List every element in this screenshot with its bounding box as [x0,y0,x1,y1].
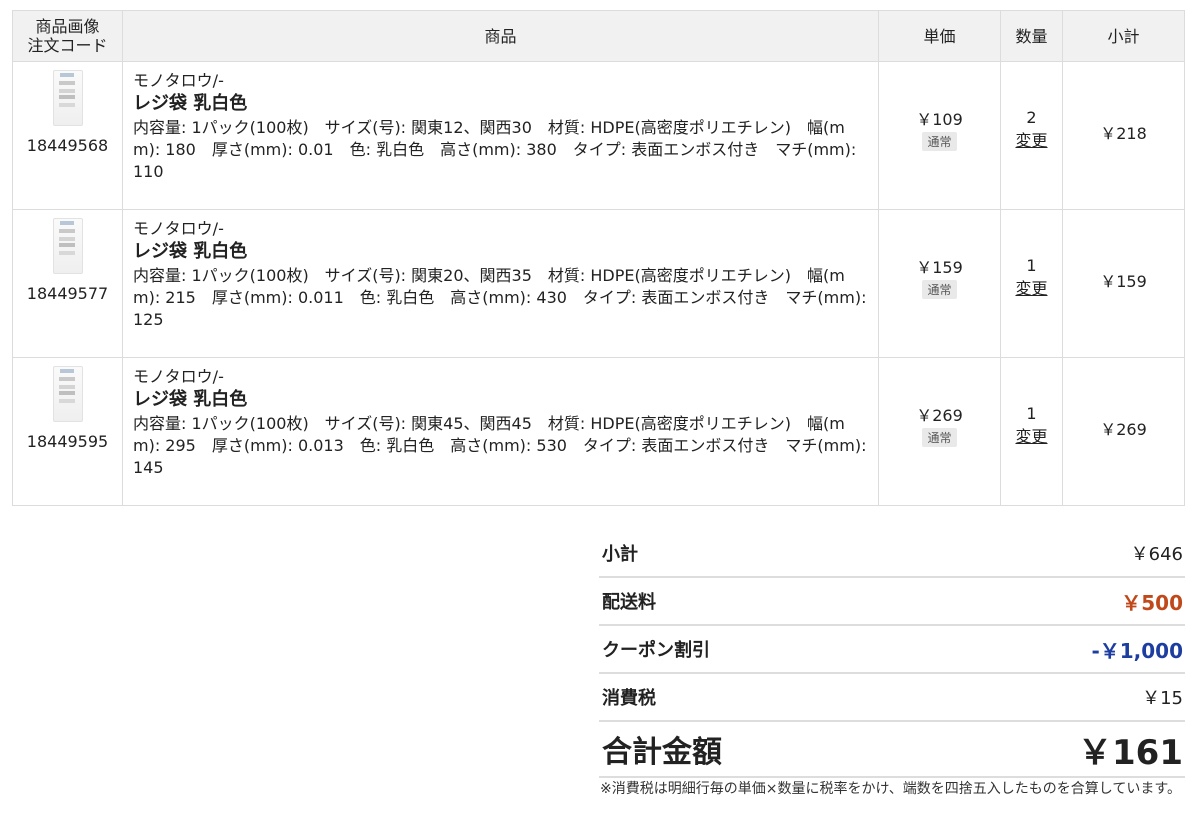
summary-tax-label: 消費税 [602,688,656,709]
product-thumbnail[interactable] [52,70,83,126]
summary-shipping-label: 配送料 [602,592,656,613]
table-row: 18449568 モノタロウ/- レジ袋 乳白色 内容量: 1パック(100枚)… [12,61,1185,210]
tax-note: ※消費税は明細行毎の単価×数量に税率をかけ、端数を四捨五入したものを合算していま… [600,781,1181,797]
product-image-cell: 18449577 [12,209,123,358]
cart-table: 商品画像 注文コード 商品 単価 数量 小計 18449568 モノタロウ/- … [12,10,1185,506]
unit-price-cell: ￥269 通常 [878,357,1001,506]
summary-subtotal-label: 小計 [602,544,638,565]
unit-price: ￥109 [916,110,963,129]
summary-total-row: 合計金額 ￥161 [599,722,1185,778]
product-maker: モノタロウ/- [133,367,224,386]
price-type-badge: 通常 [922,428,957,447]
product-name[interactable]: レジ袋 乳白色 [133,388,868,412]
subtotal-cell: ￥159 [1062,209,1185,358]
table-row: 18449577 モノタロウ/- レジ袋 乳白色 内容量: 1パック(100枚)… [12,209,1185,358]
summary-shipping-value: ￥500 [1121,590,1183,615]
quantity-cell: 1 変更 [1000,209,1063,358]
summary-total-value: ￥161 [1078,732,1183,773]
product-spec: 内容量: 1パック(100枚) サイズ(号): 関東20、関西35 材質: HD… [133,266,867,329]
summary-coupon-row: クーポン割引 -￥1,000 [599,626,1185,674]
header-image-label: 商品画像 [35,17,100,36]
product-image-cell: 18449595 [12,357,123,506]
header-code-label: 注文コード [27,36,108,55]
product-info-cell: モノタロウ/- レジ袋 乳白色 内容量: 1パック(100枚) サイズ(号): … [122,61,879,210]
order-summary: 小計 ￥646 配送料 ￥500 クーポン割引 -￥1,000 消費税 ￥15 … [599,530,1185,798]
summary-tax-value: ￥15 [1142,688,1183,709]
order-code: 18449577 [26,284,109,303]
table-header-row: 商品画像 注文コード 商品 単価 数量 小計 [12,10,1185,62]
summary-tax-row: 消費税 ￥15 [599,674,1185,722]
product-spec: 内容量: 1パック(100枚) サイズ(号): 関東45、関西45 材質: HD… [133,414,867,477]
order-code: 18449595 [26,432,109,451]
unit-price: ￥159 [916,258,963,277]
row-subtotal: ￥159 [1100,272,1147,291]
price-type-badge: 通常 [922,280,957,299]
header-product: 商品 [122,10,879,62]
price-type-badge: 通常 [922,132,957,151]
header-image-code: 商品画像 注文コード [12,10,123,62]
unit-price: ￥269 [916,406,963,425]
row-subtotal: ￥269 [1100,420,1147,439]
summary-subtotal-value: ￥646 [1130,544,1183,565]
product-maker: モノタロウ/- [133,71,224,90]
table-row: 18449595 モノタロウ/- レジ袋 乳白色 内容量: 1パック(100枚)… [12,357,1185,506]
summary-coupon-label: クーポン割引 [602,640,710,661]
product-info-cell: モノタロウ/- レジ袋 乳白色 内容量: 1パック(100枚) サイズ(号): … [122,209,879,358]
change-quantity-link[interactable]: 変更 [1015,275,1047,299]
product-image-cell: 18449568 [12,61,123,210]
change-quantity-link[interactable]: 変更 [1015,127,1047,151]
product-name[interactable]: レジ袋 乳白色 [133,240,868,264]
unit-price-cell: ￥159 通常 [878,209,1001,358]
quantity-value: 1 [1026,404,1037,423]
subtotal-cell: ￥269 [1062,357,1185,506]
product-info-cell: モノタロウ/- レジ袋 乳白色 内容量: 1パック(100枚) サイズ(号): … [122,357,879,506]
header-subtotal: 小計 [1062,10,1185,62]
change-quantity-link[interactable]: 変更 [1015,423,1047,447]
summary-coupon-value: -￥1,000 [1091,638,1183,663]
unit-price-cell: ￥109 通常 [878,61,1001,210]
product-maker: モノタロウ/- [133,219,224,238]
summary-subtotal-row: 小計 ￥646 [599,530,1185,578]
row-subtotal: ￥218 [1100,124,1147,143]
header-quantity: 数量 [1000,10,1063,62]
quantity-value: 1 [1026,256,1037,275]
product-spec: 内容量: 1パック(100枚) サイズ(号): 関東12、関西30 材質: HD… [133,118,857,181]
quantity-value: 2 [1026,108,1037,127]
product-name[interactable]: レジ袋 乳白色 [133,92,868,116]
product-thumbnail[interactable] [52,366,83,422]
header-unit-price: 単価 [878,10,1001,62]
order-code: 18449568 [26,136,109,155]
subtotal-cell: ￥218 [1062,61,1185,210]
quantity-cell: 2 変更 [1000,61,1063,210]
product-thumbnail[interactable] [52,218,83,274]
quantity-cell: 1 変更 [1000,357,1063,506]
summary-shipping-row: 配送料 ￥500 [599,578,1185,626]
summary-total-label: 合計金額 [602,735,722,770]
